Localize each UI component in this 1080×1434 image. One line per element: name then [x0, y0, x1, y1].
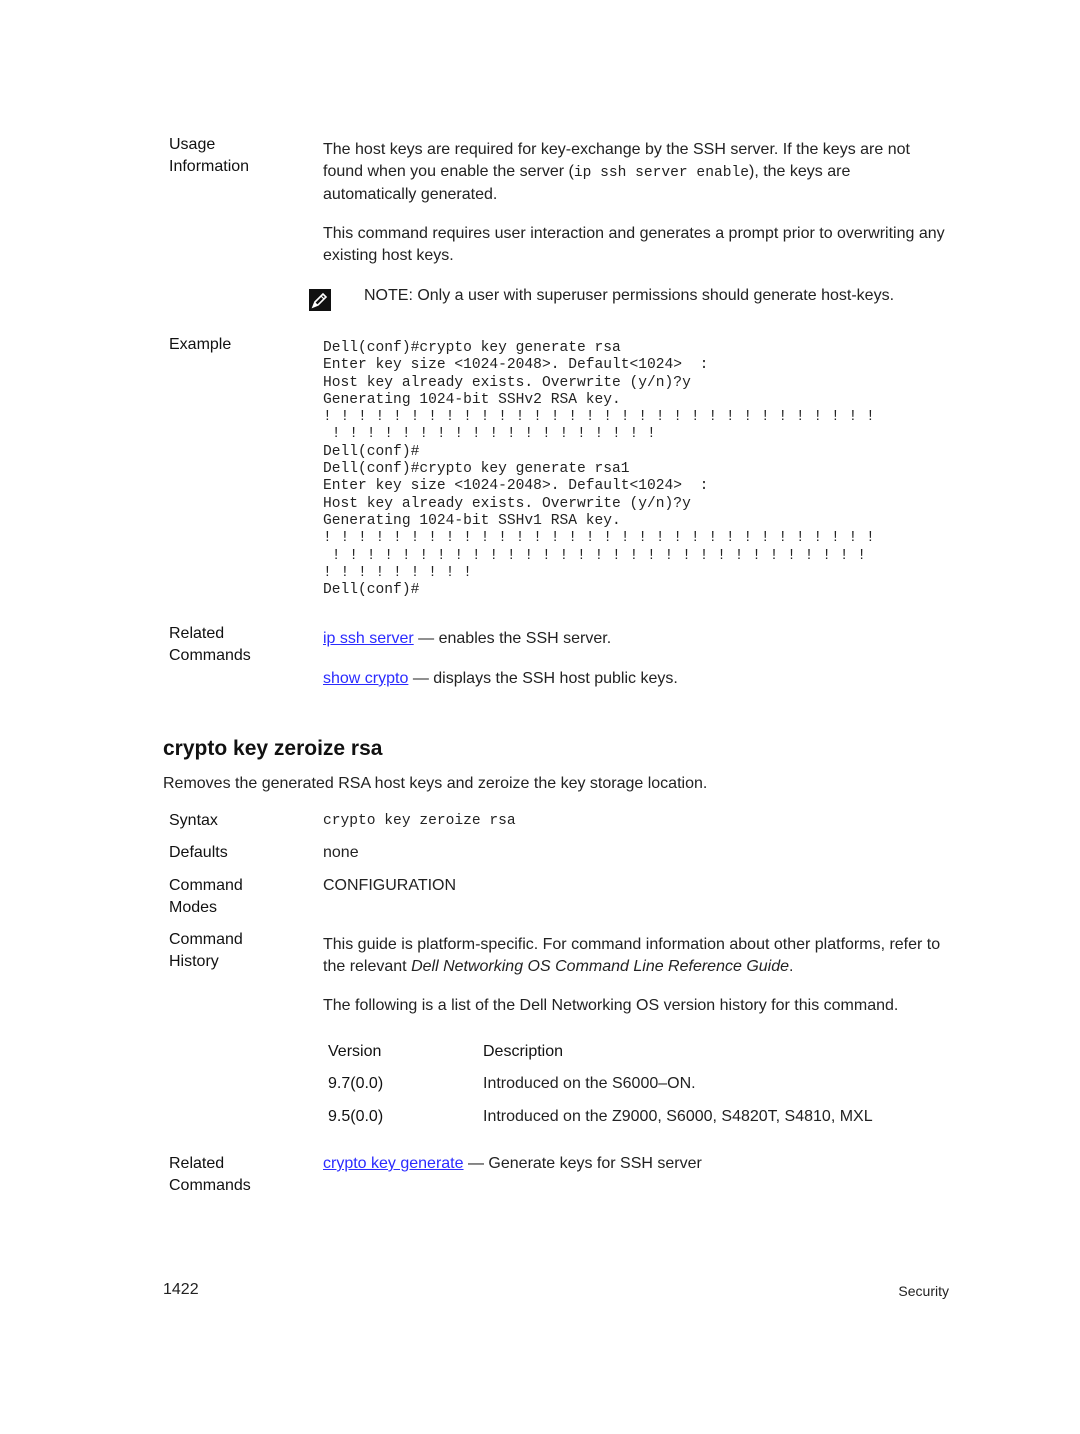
usage-information-label: Usage Information: [169, 134, 249, 178]
related-commands-label: Related Commands: [169, 1153, 251, 1197]
code-line: Enter key size <1024-2048>. Default<1024…: [323, 478, 709, 495]
command-history-label: Command History: [169, 929, 243, 973]
usage-paragraph-1: The host keys are required for key-excha…: [323, 139, 948, 206]
label-line: Command: [169, 931, 243, 948]
related-command-item: ip ssh server — enables the SSH server.: [323, 628, 948, 650]
section-description: Removes the generated RSA host keys and …: [163, 775, 708, 792]
syntax-label: Syntax: [169, 812, 218, 829]
command-modes-label: Command Modes: [169, 875, 243, 919]
code-line: ! ! ! ! ! ! ! ! !: [323, 564, 472, 581]
code-line: Dell(conf)#: [323, 443, 420, 460]
label-line: Commands: [169, 647, 251, 664]
guide-title: Dell Networking OS Command Line Referenc…: [411, 958, 790, 975]
note-label: NOTE:: [364, 287, 413, 304]
label-line: History: [169, 953, 219, 970]
example-code-block: Dell(conf)#crypto key generate rsa Enter …: [323, 340, 875, 599]
syntax-value: crypto key zeroize rsa: [323, 813, 516, 829]
show-crypto-link[interactable]: show crypto: [323, 670, 408, 687]
code-line: Generating 1024-bit SSHv2 RSA key.: [323, 391, 621, 408]
code-line: Generating 1024-bit SSHv1 RSA key.: [323, 512, 621, 529]
related-command-item: crypto key generate — Generate keys for …: [323, 1153, 948, 1175]
defaults-label: Defaults: [169, 844, 228, 861]
code-line: Dell(conf)#: [323, 582, 420, 599]
ip-ssh-server-link[interactable]: ip ssh server: [323, 630, 414, 647]
code-line: ! ! ! ! ! ! ! ! ! ! ! ! ! ! ! ! ! ! ! ! …: [323, 530, 875, 547]
related-desc: — Generate keys for SSH server: [463, 1155, 702, 1172]
text: .: [789, 958, 794, 975]
section-title: crypto key zeroize rsa: [163, 737, 383, 760]
page-number: 1422: [163, 1281, 199, 1298]
label-line: Commands: [169, 1177, 251, 1194]
code-line: ! ! ! ! ! ! ! ! ! ! ! ! ! ! ! ! ! ! !: [323, 426, 656, 443]
label-line: Related: [169, 1155, 225, 1172]
version-cell: 9.7(0.0): [328, 1075, 384, 1092]
label-line: Usage: [169, 136, 216, 153]
related-desc: — enables the SSH server.: [413, 630, 612, 647]
version-cell: 9.5(0.0): [328, 1108, 384, 1125]
label-line: Information: [169, 158, 250, 175]
label-line: Command: [169, 877, 243, 894]
code-line: Host key already exists. Overwrite (y/n)…: [323, 495, 691, 512]
command-modes-value: CONFIGURATION: [323, 877, 457, 894]
code-line: ! ! ! ! ! ! ! ! ! ! ! ! ! ! ! ! ! ! ! ! …: [323, 547, 866, 564]
inline-code: ip ssh server enable: [573, 165, 749, 181]
column-header-description: Description: [483, 1043, 564, 1060]
code-line: ! ! ! ! ! ! ! ! ! ! ! ! ! ! ! ! ! ! ! ! …: [323, 409, 875, 426]
note: NOTE: Only a user with superuser permiss…: [364, 285, 894, 307]
description-cell: Introduced on the Z9000, S6000, S4820T, …: [483, 1108, 873, 1125]
crypto-key-generate-link[interactable]: crypto key generate: [323, 1155, 464, 1172]
history-paragraph-1: This guide is platform-specific. For com…: [323, 934, 948, 978]
related-desc: — displays the SSH host public keys.: [408, 670, 678, 687]
example-label: Example: [169, 336, 232, 353]
history-paragraph-2: The following is a list of the Dell Netw…: [323, 997, 899, 1014]
defaults-value: none: [323, 844, 359, 861]
code-line: Enter key size <1024-2048>. Default<1024…: [323, 357, 709, 374]
column-header-version: Version: [328, 1043, 382, 1060]
usage-paragraph-2: This command requires user interaction a…: [323, 225, 945, 264]
code-line: Dell(conf)#crypto key generate rsa: [323, 340, 621, 356]
label-line: Related: [169, 625, 225, 642]
pencil-note-icon: [309, 289, 331, 311]
code-line: Dell(conf)#crypto key generate rsa1: [323, 461, 630, 478]
description-cell: Introduced on the S6000–ON.: [483, 1075, 696, 1092]
related-command-item: show crypto — displays the SSH host publ…: [323, 668, 948, 690]
footer-section: Security: [898, 1283, 949, 1299]
related-commands-label: Related Commands: [169, 623, 251, 667]
code-line: Host key already exists. Overwrite (y/n)…: [323, 374, 691, 391]
note-text: Only a user with superuser permissions s…: [412, 287, 895, 304]
label-line: Modes: [169, 899, 218, 916]
